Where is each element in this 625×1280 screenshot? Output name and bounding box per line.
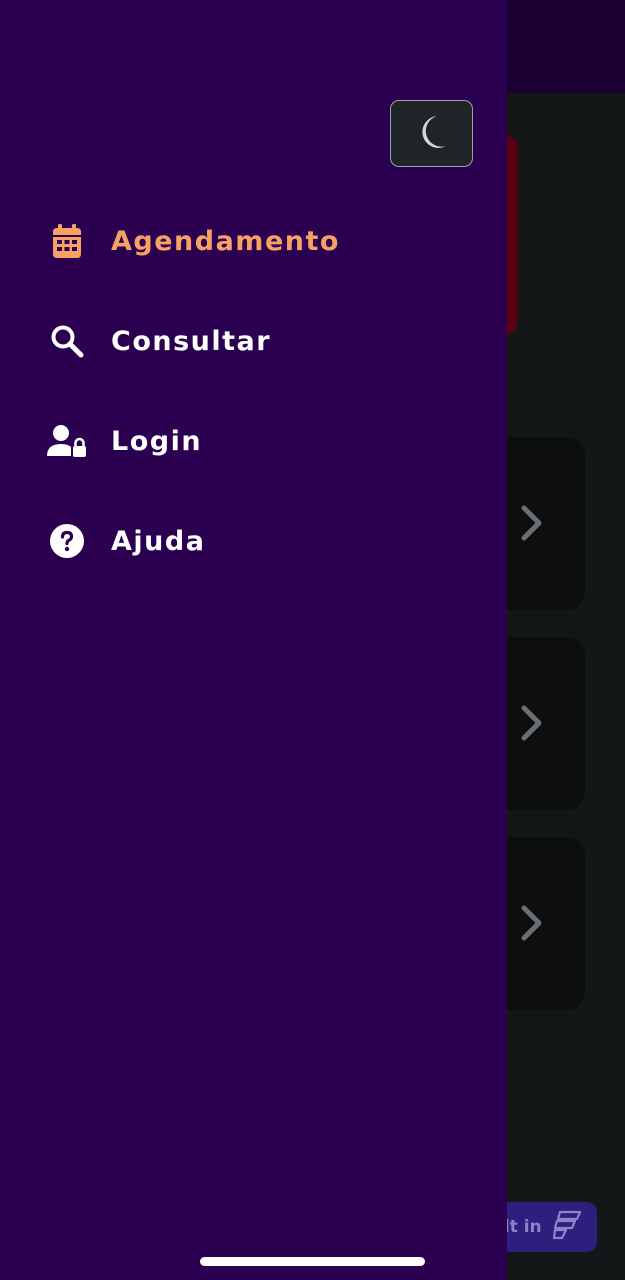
chevron-right-icon [518,703,546,747]
help-circle-icon [44,518,90,564]
chevron-right-icon [518,903,546,947]
navigation-drawer: Agendamento Consultar Login Ajuda [0,0,507,1280]
search-icon [44,318,90,364]
home-indicator[interactable] [200,1257,425,1266]
drawer-item-label: Login [111,425,203,457]
drawer-item-agendamento[interactable]: Agendamento [44,211,340,271]
calendar-icon [44,218,90,264]
flutterflow-logo-icon [550,1208,584,1246]
theme-toggle-button[interactable] [390,100,473,167]
drawer-item-ajuda[interactable]: Ajuda [44,511,205,571]
drawer-item-consultar[interactable]: Consultar [44,311,271,371]
user-lock-icon [44,418,90,464]
drawer-item-label: Agendamento [111,225,340,257]
drawer-item-label: Ajuda [111,525,206,557]
drawer-item-label: Consultar [111,325,272,357]
drawer-item-login[interactable]: Login [44,411,202,471]
moon-icon [415,113,449,155]
chevron-right-icon [518,503,546,547]
